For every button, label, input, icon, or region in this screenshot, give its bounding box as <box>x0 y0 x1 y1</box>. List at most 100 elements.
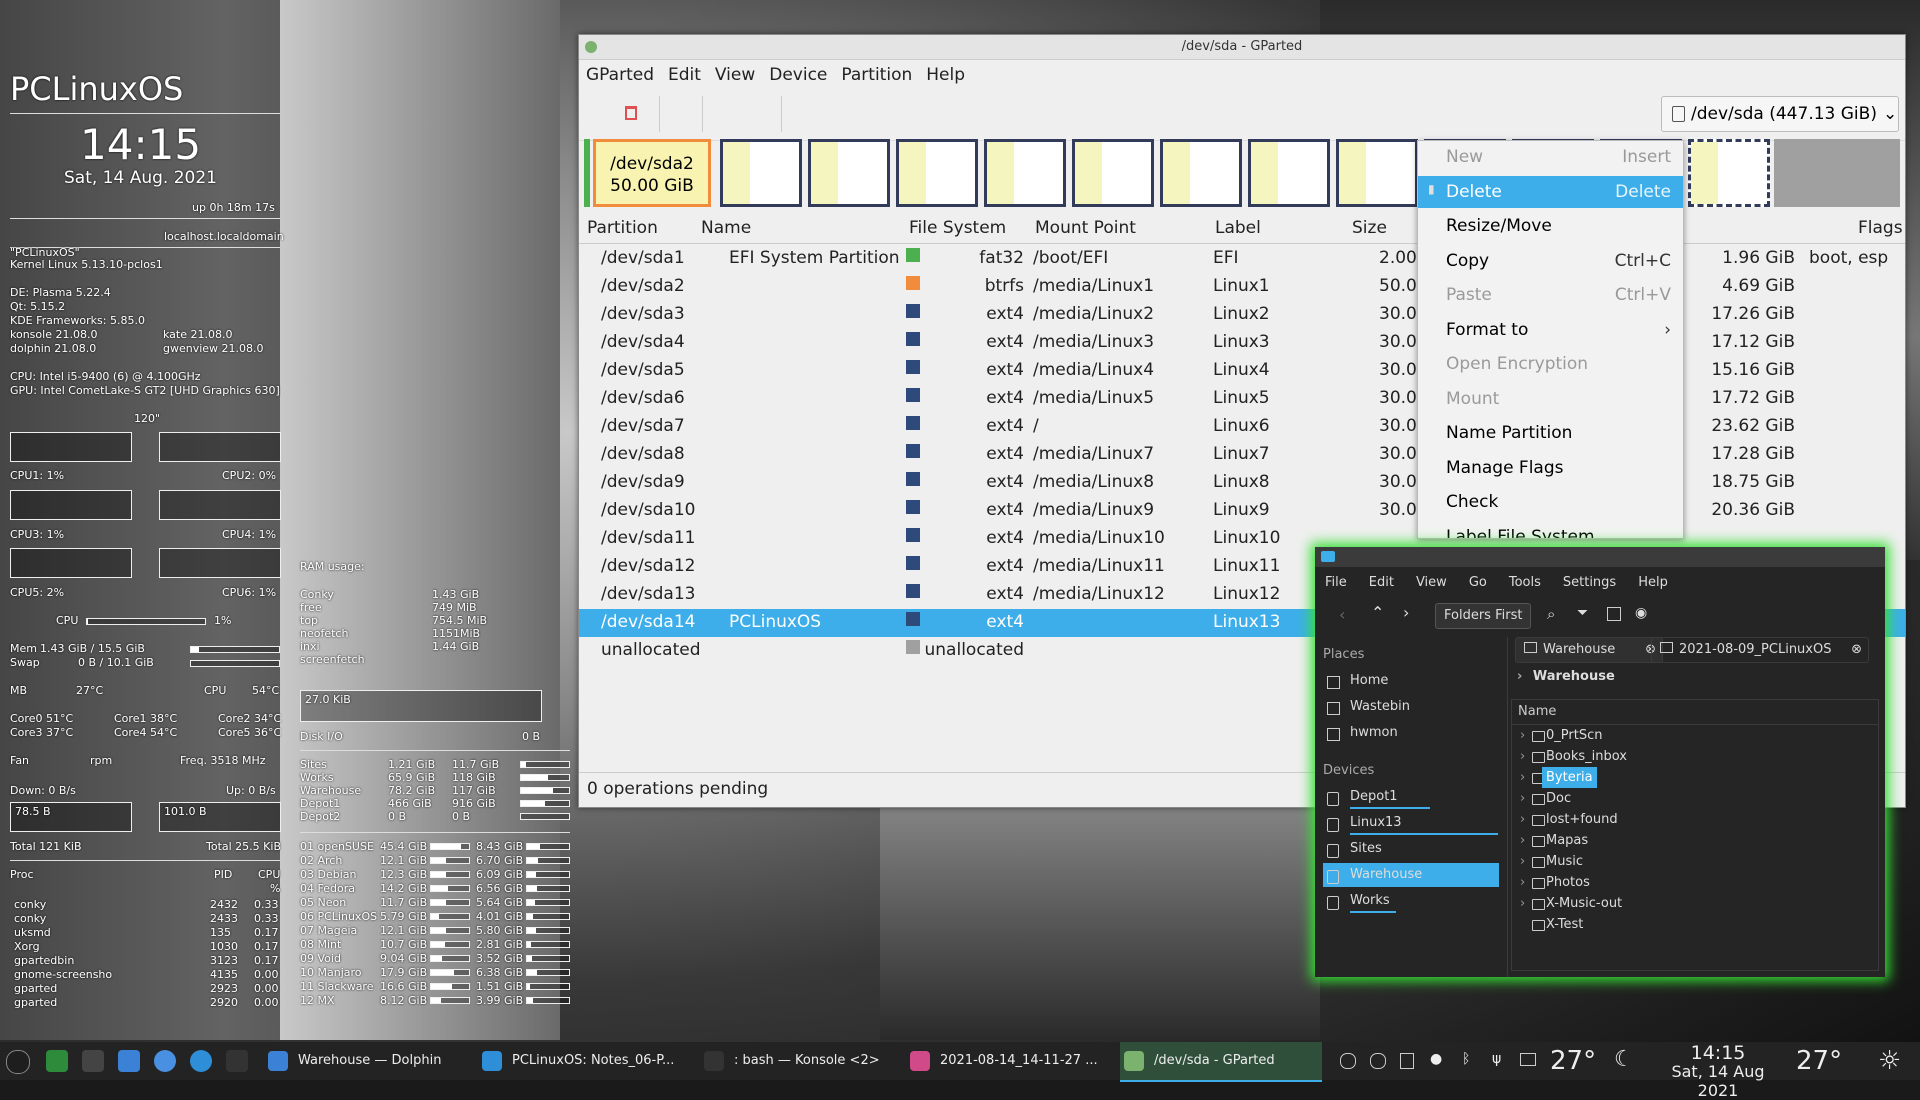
filter-icon[interactable]: ⏷ <box>1577 605 1588 621</box>
usb-icon[interactable]: ψ <box>1492 1051 1501 1067</box>
list-item[interactable]: › Doc <box>1512 788 1878 809</box>
dolphin-menu-edit[interactable]: Edit <box>1369 575 1394 590</box>
dolphin-menu-tools[interactable]: Tools <box>1509 575 1541 590</box>
clock-icon[interactable] <box>1340 1053 1356 1069</box>
dolphin-menu-settings[interactable]: Settings <box>1563 575 1616 590</box>
context-item-delete[interactable]: ▮ Delete Delete <box>1418 175 1683 208</box>
list-item[interactable]: › lost+found <box>1512 809 1878 830</box>
device-item[interactable]: Works <box>1350 893 1390 908</box>
partition-block[interactable] <box>896 139 978 207</box>
notifications-icon[interactable]: ● <box>1430 1051 1442 1067</box>
table-row[interactable]: /dev/sda2 btrfs/media/Linux1 Linux1 50.00 4.… <box>579 273 1905 301</box>
expand-arrow-icon[interactable]: › <box>1520 851 1525 872</box>
clipboard-icon[interactable] <box>1400 1053 1414 1069</box>
table-row[interactable]: /dev/sda4 ext4/media/Linux3 Linux3 30.00 17.… <box>579 329 1905 357</box>
list-item[interactable]: X-Test <box>1512 914 1878 935</box>
search-icon[interactable]: ⌕ <box>1547 605 1555 623</box>
menu-gparted[interactable]: GParted <box>579 65 661 85</box>
table-row[interactable]: /dev/sda8 ext4/media/Linux7 Linux7 30.00 17.… <box>579 441 1905 469</box>
place-item[interactable]: hwmon <box>1350 725 1398 740</box>
dolphin-menu-view[interactable]: View <box>1416 575 1447 590</box>
expand-arrow-icon[interactable]: › <box>1520 767 1525 788</box>
forward-icon[interactable]: › <box>1403 603 1409 622</box>
partition-block[interactable] <box>808 139 890 207</box>
breadcrumb[interactable]: › Warehouse <box>1511 669 1885 693</box>
column-header-label[interactable]: Label <box>1215 218 1261 238</box>
partition-block[interactable] <box>1688 139 1770 207</box>
partition-block[interactable] <box>1160 139 1242 207</box>
device-item[interactable]: Linux13 <box>1350 815 1402 830</box>
dolphin-window[interactable]: File Edit View Go Tools Settings Help ‹ ⌃ › Fo… <box>1315 547 1885 977</box>
list-item[interactable]: › 0_PrtScn <box>1512 725 1878 746</box>
tab-0[interactable]: Warehouse ⊗ <box>1515 637 1663 663</box>
table-row[interactable]: /dev/sda7 ext4/Linux6 30.00 23.62 GiB <box>579 413 1905 441</box>
table-row[interactable]: /dev/sda9 ext4/media/Linux8 Linux8 30.00 18.… <box>579 469 1905 497</box>
new-tab-icon[interactable] <box>1607 607 1621 621</box>
column-header-size[interactable]: Size <box>1352 218 1387 238</box>
kde-connect-icon[interactable] <box>190 1050 212 1072</box>
list-item[interactable]: › X-Music-out <box>1512 893 1878 914</box>
context-item-label-file-system[interactable]: Label File System <box>1418 521 1683 539</box>
menu-edit[interactable]: Edit <box>661 65 708 85</box>
expand-arrow-icon[interactable]: › <box>1520 893 1525 914</box>
task-manager-icon[interactable] <box>82 1050 104 1072</box>
context-item-format-to[interactable]: Format to › <box>1418 314 1683 346</box>
taskbar-task[interactable]: /dev/sda - GParted <box>1120 1042 1322 1082</box>
bluetooth-icon[interactable]: ᛒ <box>1462 1051 1470 1067</box>
file-list[interactable]: Name › 0_PrtScn › Books_inbox › Byteria › Doc › l… <box>1511 699 1879 971</box>
file-manager-icon[interactable] <box>118 1050 140 1072</box>
context-item-paste[interactable]: Paste Ctrl+V <box>1418 279 1683 311</box>
column-header-flags[interactable]: Flags <box>1858 218 1903 238</box>
partition-block[interactable] <box>1336 139 1418 207</box>
list-item[interactable]: › Byteria <box>1512 767 1878 788</box>
tab-1[interactable]: 2021-08-09_PCLinuxOS ⊗ <box>1651 637 1869 663</box>
partition-block[interactable] <box>1248 139 1330 207</box>
list-item[interactable]: › Photos <box>1512 872 1878 893</box>
expand-arrow-icon[interactable]: › <box>1520 809 1525 830</box>
dolphin-titlebar[interactable] <box>1315 547 1885 567</box>
column-header-name[interactable]: Name <box>701 218 751 238</box>
dolphin-menu-help[interactable]: Help <box>1638 575 1668 590</box>
device-item[interactable]: Sites <box>1350 841 1382 856</box>
close-icon[interactable]: ⊗ <box>1851 638 1862 662</box>
unallocated-block[interactable] <box>1774 139 1900 207</box>
menu-partition[interactable]: Partition <box>834 65 919 85</box>
dolphin-menu-file[interactable]: File <box>1325 575 1347 590</box>
network-icon[interactable] <box>1520 1053 1536 1066</box>
gparted-titlebar[interactable]: /dev/sda - GParted <box>579 35 1905 60</box>
device-item[interactable]: Depot1 <box>1350 789 1398 804</box>
taskbar-task[interactable]: 2021-08-14_14-11-27 ... <box>906 1042 1116 1080</box>
name-column-header[interactable]: Name <box>1512 700 1878 725</box>
expand-arrow-icon[interactable]: › <box>1520 746 1525 767</box>
partition-block-sda1[interactable] <box>584 139 590 207</box>
list-item[interactable]: › Music <box>1512 851 1878 872</box>
context-item-new[interactable]: New Insert <box>1418 141 1683 173</box>
table-row[interactable]: /dev/sda6 ext4/media/Linux5 Linux5 30.00 17.… <box>579 385 1905 413</box>
menu-device[interactable]: Device <box>762 65 834 85</box>
media-icon[interactable] <box>1370 1053 1386 1069</box>
device-item[interactable]: Warehouse <box>1350 867 1422 882</box>
expand-arrow-icon[interactable]: › <box>1520 725 1525 746</box>
expand-arrow-icon[interactable]: › <box>1520 788 1525 809</box>
taskbar-task[interactable]: : bash — Konsole <2> <box>700 1042 904 1080</box>
column-header-file-system[interactable]: File System <box>909 218 1006 238</box>
expand-arrow-icon[interactable]: › <box>1520 872 1525 893</box>
list-item[interactable]: › Books_inbox <box>1512 746 1878 767</box>
menu-help[interactable]: Help <box>919 65 972 85</box>
column-header-mount-point[interactable]: Mount Point <box>1035 218 1136 238</box>
partition-context-menu[interactable]: New Insert ▮ Delete Delete Resize/Move Copy Ctr… <box>1417 140 1684 539</box>
context-item-mount[interactable]: Mount <box>1418 383 1683 415</box>
context-item-manage-flags[interactable]: Manage Flags <box>1418 452 1683 484</box>
context-item-open-encryption[interactable]: Open Encryption <box>1418 348 1683 380</box>
dolphin-menu-go[interactable]: Go <box>1469 575 1487 590</box>
back-icon[interactable]: ‹ <box>1339 605 1345 624</box>
table-row[interactable]: /dev/sda5 ext4/media/Linux4 Linux4 30.00 15.… <box>579 357 1905 385</box>
place-item[interactable]: Home <box>1350 673 1388 688</box>
pclinuxos-menu-icon[interactable] <box>6 1050 30 1074</box>
taskbar-task[interactable]: PCLinuxOS: Notes_06-P... <box>478 1042 690 1080</box>
up-icon[interactable]: ⌃ <box>1371 603 1384 622</box>
partition-block-selected[interactable]: /dev/sda2 50.00 GiB <box>593 139 711 207</box>
device-selector[interactable]: /dev/sda (447.13 GiB) ⌄ <box>1661 96 1899 132</box>
app-launcher-icon[interactable] <box>46 1050 68 1072</box>
context-item-resize-move[interactable]: Resize/Move <box>1418 210 1683 242</box>
